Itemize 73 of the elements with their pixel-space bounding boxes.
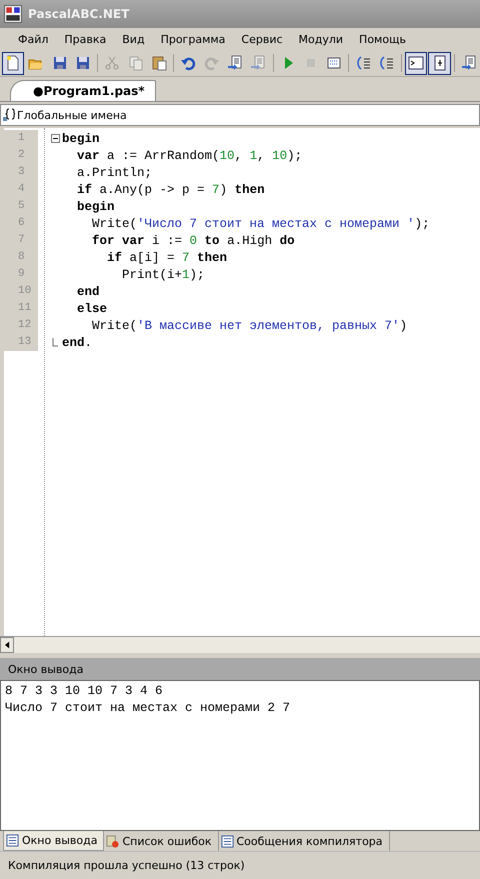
redo-icon [204,55,220,71]
undo-icon [180,55,196,71]
tab-label: Окно вывода [22,834,98,847]
menu-item[interactable]: Вид [114,32,153,46]
code-line: Write('Число 7 стоит на местах с номерами '); [91,216,430,230]
line-number: 7 [4,232,38,249]
scope-dropdown[interactable]: Глобальные имена [0,104,480,126]
scroll-left-button[interactable] [0,637,14,653]
left-arrow-icon [4,641,10,649]
code-line: end [76,284,100,298]
paste-icon [151,55,168,71]
menu-item[interactable]: Правка [56,32,114,46]
code-line: var a := ArrRandom(10, 1, 10); [76,148,302,162]
code-line: begin [76,200,115,214]
output-icon [432,55,448,71]
status-text: Компиляция прошла успешно (13 строк) [8,859,245,872]
line-number: 10 [4,283,38,300]
step-over-icon [378,55,395,71]
code-line: begin [62,132,100,146]
output-line: 8 7 3 3 10 10 7 3 4 6 [5,683,164,700]
panel-tab[interactable]: Сообщения компилятора [218,831,390,851]
tab-label: Список ошибок [122,834,212,848]
console-icon [408,55,424,71]
code-line: a.Println; [76,166,152,180]
code-line: for var i := 0 to a.High do [91,234,295,248]
braces-icon [3,108,15,122]
clipboard-error-icon [106,834,120,848]
line-number: 11 [4,300,38,317]
save-icon [52,55,68,71]
app-logo-icon [4,5,22,23]
line-number: 1 [4,130,38,147]
code-line: if a[i] = 7 then [106,250,228,264]
doc-icon [460,55,477,71]
menu-item[interactable]: Сервис [233,32,291,46]
panel-tab[interactable]: Список ошибок [104,831,218,851]
doc-in-icon [227,55,244,71]
line-number: 3 [4,164,38,181]
line-number: 8 [4,249,38,266]
code-line: if a.Any(p -> p = 7) then [76,182,265,196]
output-line: Число 7 стоит на местах с номерами 2 7 [5,700,292,717]
code-line: Write('В массиве нет элементов, равных 7') [91,318,408,332]
window-title: PascalABC.NET [28,7,130,21]
line-number: 12 [4,317,38,334]
list-icon [220,834,234,848]
code-line: end. [62,336,92,350]
compile-icon [326,55,342,71]
list-icon [6,834,19,847]
line-number: 9 [4,266,38,283]
line-number: 4 [4,181,38,198]
menu-item[interactable]: Программа [152,32,234,46]
panel-tab[interactable]: Окно вывода [3,831,104,851]
output-button[interactable] [428,52,451,74]
menu-item[interactable]: Модули [290,32,352,46]
step-into-icon [356,55,372,71]
menu-item[interactable]: Файл [10,32,56,46]
doc-out-icon [250,55,266,71]
line-number: 5 [4,198,38,215]
copy-icon [128,55,144,71]
save-all-icon [75,55,92,71]
code-line: else [76,302,108,316]
code-line: Print(i+1); [121,268,205,282]
tab-label: Сообщения компилятора [236,834,383,848]
cut-icon [104,55,120,71]
new-button[interactable] [2,52,24,74]
console-button[interactable] [405,52,428,74]
collapse-icon[interactable] [50,134,60,143]
panel-title: Окно вывода [8,662,84,676]
new-icon [5,55,22,71]
line-number: 2 [4,147,38,164]
file-tab[interactable]: ●Program1.pas* [10,80,156,101]
line-number: 6 [4,215,38,232]
line-number: 13 [4,334,38,351]
menu-item[interactable]: Помощь [351,32,414,46]
